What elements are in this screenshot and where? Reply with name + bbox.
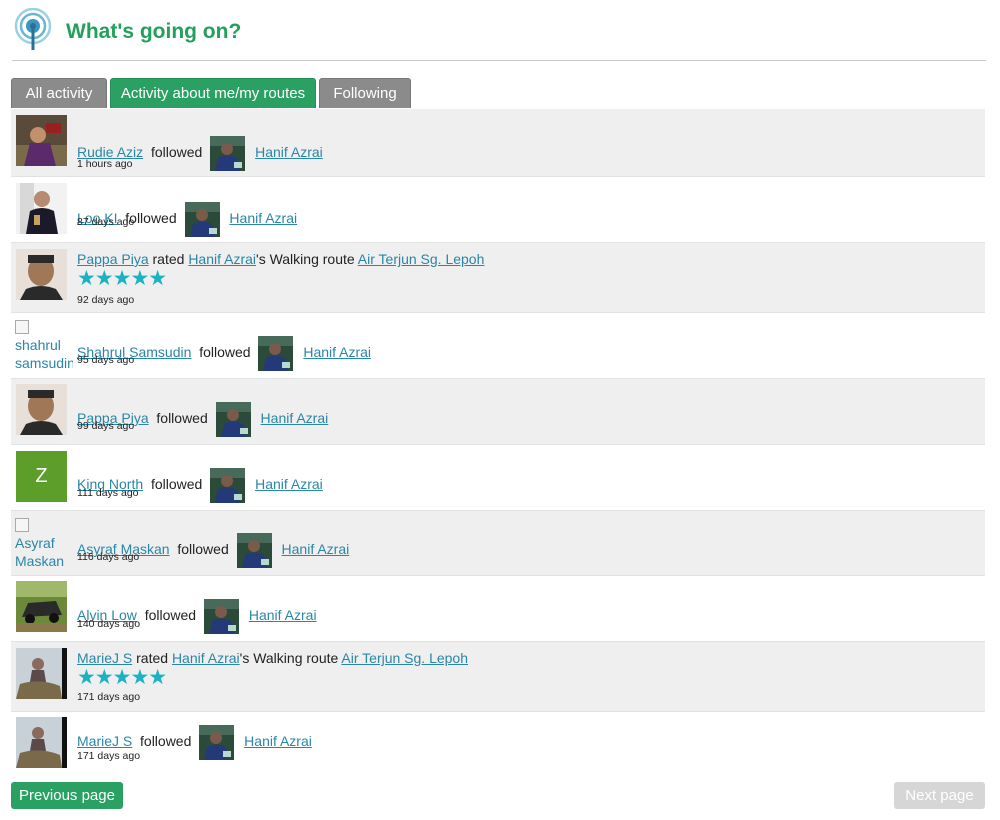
activity-time: 116 days ago: [77, 551, 140, 563]
user-link[interactable]: Pappa Piya: [77, 251, 149, 267]
action-text: followed: [177, 541, 229, 558]
tab-activity-about-me[interactable]: Activity about me/my routes: [110, 78, 316, 108]
activity-time: 95 days ago: [77, 354, 135, 366]
activity-time: 171 days ago: [77, 691, 141, 703]
target-user-link[interactable]: Hanif Azrai: [303, 344, 371, 360]
activity-time: 99 days ago: [77, 420, 135, 432]
activity-time: 111 days ago: [77, 487, 139, 499]
activity-text: MarieJ S rated Hanif Azrai's Walking rou…: [77, 650, 468, 666]
action-text: rated: [152, 251, 185, 267]
target-user-link[interactable]: Hanif Azrai: [249, 607, 317, 623]
hanif-azrai-avatar[interactable]: [210, 136, 245, 171]
activity-time: 1 hours ago: [77, 158, 133, 170]
action-text: rated: [136, 650, 169, 666]
target-user-link[interactable]: Hanif Azrai: [244, 733, 312, 749]
broken-image-icon: [15, 518, 29, 532]
avatar[interactable]: [16, 384, 67, 435]
activity-row: Loo KI followed Hanif Azrai: [11, 177, 985, 243]
next-page-button[interactable]: Next page: [894, 782, 985, 809]
activity-time: 171 days ago: [77, 750, 141, 762]
action-text: followed: [199, 344, 251, 361]
action-text: followed: [150, 144, 203, 161]
activity-time: 87 days ago: [77, 216, 135, 228]
hanif-azrai-avatar[interactable]: [185, 202, 220, 237]
target-user-link[interactable]: Hanif Azrai: [188, 251, 256, 267]
activity-time: 140 days ago: [77, 618, 141, 630]
broadcast-antenna-icon: [12, 7, 54, 52]
activity-row: Asyraf Maskan Asyraf Maskan followed Han…: [11, 511, 985, 576]
activity-row: MarieJ S rated Hanif Azrai's Walking rou…: [11, 642, 985, 712]
activity-row: Pappa Piya rated Hanif Azrai's Walking r…: [11, 243, 985, 313]
activity-row: MarieJ S followed Hanif Azrai 171 days a…: [11, 712, 985, 772]
action-text: followed: [140, 733, 192, 750]
avatar-letter[interactable]: Z: [16, 451, 67, 502]
activity-row: Pappa Piya followed Hanif Azrai 99 days …: [11, 379, 985, 445]
target-user-link[interactable]: Hanif Azrai: [255, 476, 323, 492]
broken-image-icon: [15, 320, 29, 334]
avatar[interactable]: [16, 648, 67, 699]
tab-all-activity[interactable]: All activity: [11, 78, 107, 108]
page-header: What's going on?: [12, 7, 986, 61]
rating-stars: ★★★★★: [77, 267, 167, 290]
activity-time: 92 days ago: [77, 294, 135, 306]
action-text: followed: [150, 476, 203, 493]
avatar[interactable]: [16, 581, 67, 632]
avatar-broken-image[interactable]: shahrul samsudin: [15, 318, 73, 374]
hanif-azrai-avatar[interactable]: [258, 336, 293, 371]
avatar[interactable]: [16, 717, 67, 768]
route-link[interactable]: Air Terjun Sg. Lepoh: [341, 650, 468, 666]
previous-page-button[interactable]: Previous page: [11, 782, 123, 809]
action-text: followed: [156, 410, 208, 427]
activity-row: Z King North followed Hanif Azrai 111 da…: [11, 445, 985, 511]
target-user-link[interactable]: Hanif Azrai: [255, 144, 323, 160]
avatar[interactable]: [16, 115, 67, 166]
target-user-link[interactable]: Hanif Azrai: [229, 210, 297, 226]
page-title: What's going on?: [66, 20, 242, 43]
activity-text: Pappa Piya rated Hanif Azrai's Walking r…: [77, 251, 484, 267]
avatar-alt-text: shahrul samsudin: [15, 337, 73, 371]
user-link[interactable]: MarieJ S: [77, 650, 132, 666]
hanif-azrai-avatar[interactable]: [237, 533, 272, 568]
avatar-broken-image[interactable]: Asyraf Maskan: [15, 516, 73, 572]
route-link[interactable]: Air Terjun Sg. Lepoh: [358, 251, 485, 267]
hanif-azrai-avatar[interactable]: [204, 599, 239, 634]
target-user-link[interactable]: Hanif Azrai: [172, 650, 240, 666]
target-user-link[interactable]: Hanif Azrai: [282, 541, 350, 557]
user-link[interactable]: MarieJ S: [77, 733, 132, 749]
avatar[interactable]: [16, 249, 67, 300]
hanif-azrai-avatar[interactable]: [210, 468, 245, 503]
activity-row: shahrul samsudin Shahrul Samsudin follow…: [11, 313, 985, 379]
tab-following[interactable]: Following: [319, 78, 411, 108]
hanif-azrai-avatar[interactable]: [216, 402, 251, 437]
rating-stars: ★★★★★: [77, 666, 167, 689]
avatar-alt-text: Asyraf Maskan: [15, 535, 65, 569]
action-text: followed: [144, 607, 197, 624]
hanif-azrai-avatar[interactable]: [199, 725, 234, 760]
route-type-text: 's Walking route: [239, 650, 339, 666]
activity-row: Rudie Aziz followed Hanif Azrai 1 hours …: [11, 109, 985, 177]
route-type-text: 's Walking route: [256, 251, 355, 267]
target-user-link[interactable]: Hanif Azrai: [261, 410, 329, 426]
avatar[interactable]: [16, 183, 67, 234]
activity-row: Alvin Low followed Hanif Azrai 140 days …: [11, 576, 985, 642]
